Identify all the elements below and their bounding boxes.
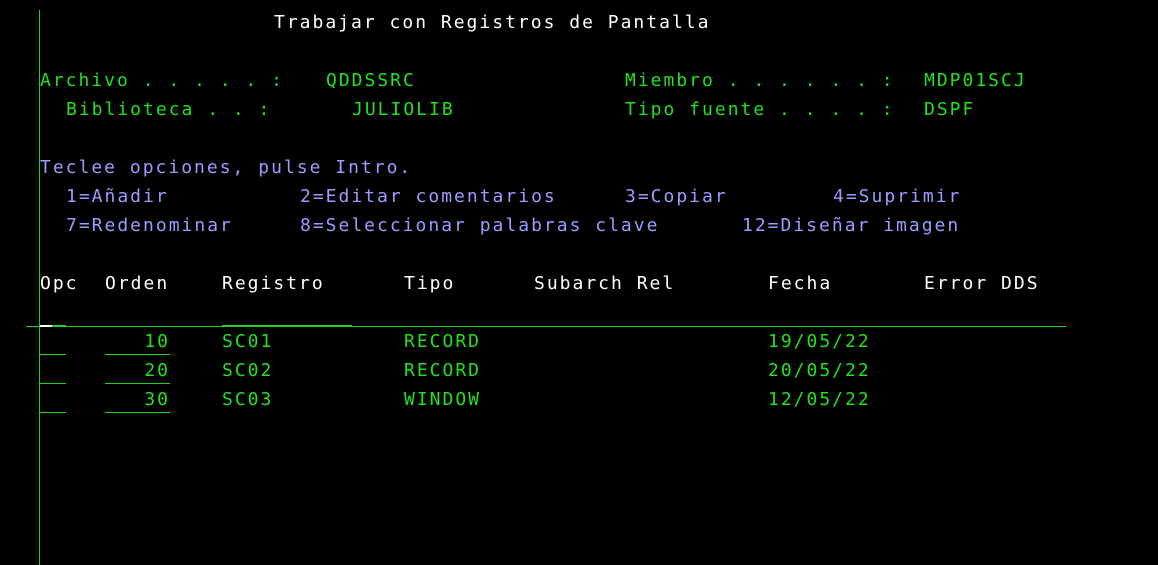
option-editar-comentarios: 2=Editar comentarios: [300, 186, 557, 207]
column-header-registro: Registro: [222, 273, 325, 294]
column-header-opc: Opc: [40, 273, 79, 294]
column-header-tipo: Tipo: [404, 273, 456, 294]
table-row-registro: SC02: [222, 360, 274, 381]
table-row-tipo: WINDOW: [404, 389, 482, 410]
option-copiar: 3=Copiar: [625, 186, 728, 207]
table-row-registro: SC01: [222, 331, 274, 352]
header-separator: [26, 326, 1066, 327]
option-disenar-imagen: 12=Diseñar imagen: [742, 215, 961, 236]
option-anadir: 1=Añadir: [66, 186, 169, 207]
column-header-error-dds: Error DDS: [924, 273, 1040, 294]
miembro-value: MDP01SCJ: [924, 70, 1027, 91]
table-row-tipo: RECORD: [404, 331, 482, 352]
option-suprimir: 4=Suprimir: [833, 186, 962, 207]
option-seleccionar-palabras-clave: 8=Seleccionar palabras clave: [300, 215, 660, 236]
table-row-orden-input[interactable]: 20: [105, 360, 170, 382]
archivo-value: QDDSSRC: [326, 70, 416, 91]
table-row-fecha: 12/05/22: [768, 389, 871, 410]
table-row-orden-input[interactable]: 10: [105, 331, 170, 353]
table-row-registro: SC03: [222, 389, 274, 410]
archivo-label: Archivo . . . . . :: [40, 70, 284, 91]
position-to-input[interactable]: [222, 325, 352, 326]
column-header-subarch-rel: Subarch Rel: [534, 273, 676, 294]
biblioteca-label: Biblioteca . . :: [66, 99, 272, 120]
opc-underline: [40, 354, 66, 355]
text-cursor: [40, 325, 52, 327]
biblioteca-value: JULIOLIB: [352, 99, 455, 120]
miembro-label: Miembro . . . . . . :: [625, 70, 895, 91]
screen-title: Trabajar con Registros de Pantalla: [274, 12, 711, 33]
table-row-fecha: 20/05/22: [768, 360, 871, 381]
orden-underline: [105, 383, 170, 384]
opc-underline: [40, 383, 66, 384]
column-header-fecha: Fecha: [768, 273, 833, 294]
table-row-tipo: RECORD: [404, 360, 482, 381]
instructions-text: Teclee opciones, pulse Intro.: [40, 157, 413, 178]
tipo-fuente-value: DSPF: [924, 99, 976, 120]
orden-underline: [105, 412, 170, 413]
opc-underline: [40, 412, 66, 413]
orden-underline: [105, 354, 170, 355]
table-row-fecha: 19/05/22: [768, 331, 871, 352]
table-row-orden-input[interactable]: 30: [105, 389, 170, 411]
column-header-orden: Orden: [105, 273, 170, 294]
option-redenominar: 7=Redenominar: [66, 215, 233, 236]
tipo-fuente-label: Tipo fuente . . . . :: [625, 99, 895, 120]
